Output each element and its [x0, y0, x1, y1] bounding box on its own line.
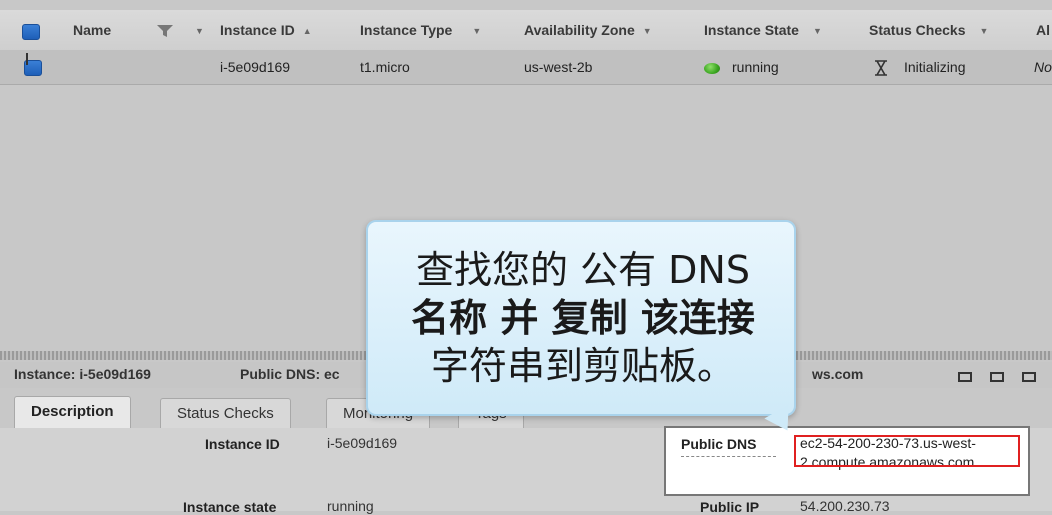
details-dns-suffix: ws.com [812, 366, 864, 382]
filter-icon[interactable] [156, 24, 174, 38]
public-ip-value: 54.200.230.73 [800, 498, 890, 514]
details-public-dns-label: Public DNS: ec [240, 366, 340, 382]
running-status-icon [704, 62, 720, 74]
column-header-instance-id[interactable]: Instance ID ▲ [220, 10, 312, 50]
tutorial-callout: 查找您的 公有 DNS 名称 并 复制 该连接 字符串到剪贴板。 [366, 220, 796, 416]
column-header-instance-state[interactable]: Instance State ▼ [704, 10, 822, 50]
instance-state-label: Instance state [183, 499, 277, 515]
layout-split-icon[interactable] [990, 372, 1004, 382]
column-label: Availability Zone [524, 22, 635, 38]
table-row[interactable]: i-5e09d169 t1.micro us-west-2b running I… [0, 50, 1052, 85]
layout-maximize-icon[interactable] [1022, 372, 1036, 382]
column-label: Name [73, 22, 112, 38]
column-header-alarm-status[interactable]: Al [1036, 10, 1050, 50]
instance-id-value: i-5e09d169 [327, 435, 398, 451]
chevron-down-icon: ▼ [812, 26, 822, 37]
chevron-down-icon: ▼ [642, 26, 652, 37]
public-ip-label: Public IP [700, 499, 760, 515]
column-label: Instance Type [360, 22, 453, 38]
cell-instance-id: i-5e09d169 [220, 59, 291, 75]
instance-state-text: running [732, 59, 779, 75]
tab-status-checks[interactable]: Status Checks [160, 398, 291, 429]
details-instance-label: Instance: i-5e09d169 [14, 366, 151, 382]
cell-status-checks: Initializing [874, 50, 965, 84]
column-header-availability-zone[interactable]: Availability Zone ▼ [524, 10, 652, 50]
callout-line-3: 字符串到剪贴板。 [430, 344, 735, 388]
instances-table-header: Name ▼ Instance ID ▲ Instance Type ▼ Avail… [0, 10, 1052, 51]
select-all-checkbox[interactable] [22, 24, 40, 40]
sort-ascending-icon: ▲ [302, 26, 312, 37]
cell-instance-type: t1.micro [360, 59, 410, 75]
column-label: Instance ID [220, 22, 295, 38]
hourglass-icon [875, 60, 887, 77]
column-header-instance-type[interactable]: Instance Type ▼ [360, 10, 481, 50]
column-label: Al [1036, 22, 1050, 38]
cell-availability-zone: us-west-2b [524, 59, 593, 75]
chevron-down-icon: ▼ [472, 26, 482, 37]
callout-line-1: 查找您的 公有 DNS [416, 248, 750, 292]
instance-state-value: running [327, 498, 374, 514]
chevron-down-icon: ▼ [979, 26, 989, 37]
column-header-name[interactable]: Name [73, 10, 111, 50]
status-checks-text: Initializing [904, 59, 966, 75]
callout-text: 查找您的 公有 DNS 名称 并 复制 该连接 字符串到剪贴板。 [388, 246, 778, 390]
instance-id-label: Instance ID [205, 436, 280, 452]
callout-line-2: 名称 并 复制 该连接 [411, 296, 755, 340]
red-highlight-rectangle [794, 435, 1020, 467]
column-label: Instance State [704, 22, 799, 38]
chevron-down-icon[interactable]: ▼ [187, 10, 204, 50]
tab-description[interactable]: Description [14, 396, 131, 429]
column-header-status-checks[interactable]: Status Checks ▼ [869, 10, 988, 50]
layout-bottom-icon[interactable] [958, 372, 972, 382]
cell-instance-state: running [704, 50, 779, 84]
dashed-underline [681, 456, 776, 457]
cell-alarm-status: No [1034, 59, 1052, 75]
column-label: Status Checks [869, 22, 966, 38]
public-dns-label: Public DNS [681, 436, 757, 452]
text-cursor-icon [26, 53, 28, 65]
